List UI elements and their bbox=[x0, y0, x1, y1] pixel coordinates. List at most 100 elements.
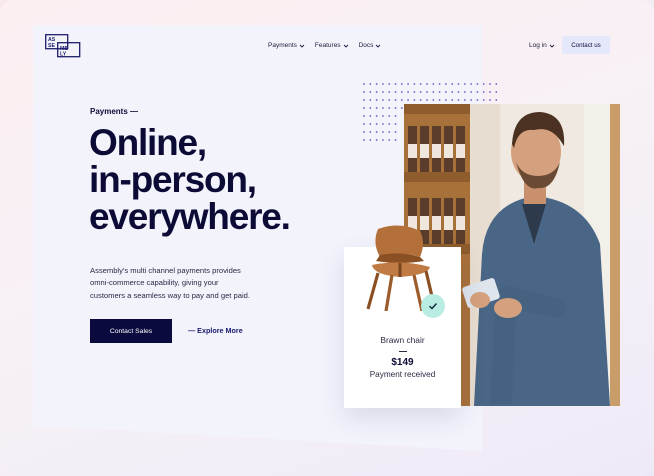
pattern-dot bbox=[426, 91, 428, 93]
pattern-dot bbox=[476, 91, 479, 93]
pattern-dot bbox=[375, 83, 378, 85]
pattern-dot bbox=[457, 99, 460, 101]
pattern-dot bbox=[400, 83, 403, 85]
pattern-dot bbox=[426, 83, 428, 85]
pattern-dot bbox=[363, 139, 365, 141]
pattern-dot bbox=[382, 115, 384, 117]
pattern-dot bbox=[413, 83, 416, 85]
pattern-dot bbox=[369, 115, 372, 117]
pattern-dot bbox=[482, 83, 485, 85]
pattern-dot bbox=[463, 99, 466, 101]
pattern-dot bbox=[489, 91, 491, 93]
nav-payments[interactable]: Payments bbox=[268, 42, 305, 49]
pattern-dot bbox=[382, 123, 384, 125]
pattern-dot bbox=[476, 99, 479, 101]
hero-description: Assembly's multi channel payments provid… bbox=[90, 265, 290, 302]
pattern-dot bbox=[394, 115, 397, 117]
chevron-down-icon bbox=[343, 44, 348, 48]
pattern-dot bbox=[394, 123, 397, 125]
pattern-dot bbox=[400, 107, 403, 109]
product-name: Brawn chair bbox=[380, 335, 425, 345]
pattern-dot bbox=[394, 91, 397, 93]
product-card[interactable]: Brawn chair $149 Payment received bbox=[344, 225, 461, 408]
pattern-dot bbox=[457, 91, 460, 93]
pattern-dot bbox=[419, 99, 422, 101]
logo-text-4: LY bbox=[60, 52, 67, 58]
pattern-dot bbox=[375, 99, 378, 101]
pattern-dot bbox=[489, 83, 491, 85]
pattern-dot bbox=[369, 123, 372, 125]
pattern-dot bbox=[382, 99, 384, 101]
pattern-dot bbox=[363, 91, 365, 93]
pattern-dot bbox=[432, 83, 435, 85]
pattern-dot bbox=[369, 131, 372, 133]
contact-us-button[interactable]: Contact us bbox=[562, 36, 610, 54]
check-badge bbox=[421, 294, 445, 318]
pattern-dot bbox=[407, 91, 409, 93]
pattern-dot bbox=[445, 91, 447, 93]
pattern-dot bbox=[470, 91, 472, 93]
chevron-down-icon bbox=[299, 44, 305, 48]
pattern-dot bbox=[432, 91, 435, 93]
pattern-dot bbox=[363, 131, 365, 133]
pattern-dot bbox=[388, 131, 391, 133]
pattern-dot bbox=[369, 107, 372, 109]
pattern-dot bbox=[400, 99, 403, 101]
login-link[interactable]: Log in bbox=[529, 42, 555, 49]
pattern-dot bbox=[419, 83, 422, 85]
nav-label: Docs bbox=[358, 42, 374, 49]
pattern-dot bbox=[413, 91, 416, 93]
pattern-dot bbox=[419, 91, 422, 93]
checkmark-icon bbox=[429, 303, 438, 310]
pattern-dot bbox=[363, 115, 365, 117]
pattern-dot bbox=[432, 99, 435, 101]
pattern-dot bbox=[457, 83, 460, 85]
pattern-dot bbox=[388, 139, 391, 141]
pattern-dot bbox=[438, 91, 441, 93]
nav-label: Features bbox=[314, 42, 341, 49]
login-label: Log in bbox=[529, 42, 547, 49]
pattern-dot bbox=[482, 91, 485, 93]
headline-line: in-person, bbox=[89, 159, 257, 200]
pattern-dot bbox=[394, 83, 397, 85]
pattern-dot bbox=[375, 139, 378, 141]
nav-docs[interactable]: Docs bbox=[359, 42, 382, 49]
pattern-dot bbox=[495, 83, 498, 85]
product-price: $149 bbox=[391, 357, 414, 368]
headline-line: everywhere. bbox=[89, 196, 291, 237]
pattern-dot bbox=[375, 91, 378, 93]
headline-line: Online, bbox=[89, 122, 207, 163]
pattern-dot bbox=[375, 123, 378, 125]
pattern-dot bbox=[369, 91, 372, 93]
description-line: omni-commerce capability, giving your bbox=[90, 278, 219, 288]
pattern-dot bbox=[394, 107, 397, 109]
assembly-logo[interactable]: AS SE MB LY bbox=[45, 34, 81, 58]
pattern-dot bbox=[438, 83, 441, 85]
logo-text-2: SE bbox=[48, 43, 55, 49]
description-line: Assembly's multi channel payments provid… bbox=[90, 266, 241, 275]
chevron-down-icon bbox=[376, 44, 381, 48]
pattern-dot bbox=[388, 83, 391, 85]
nav-features[interactable]: Features bbox=[315, 42, 349, 49]
pattern-dot bbox=[476, 83, 479, 85]
pattern-dot bbox=[470, 99, 472, 101]
pattern-dot bbox=[451, 83, 454, 85]
pattern-dot bbox=[375, 115, 378, 117]
pattern-dot bbox=[407, 83, 409, 85]
pattern-dot bbox=[426, 99, 428, 101]
explore-more-link[interactable]: — Explore More bbox=[188, 326, 243, 335]
hero-headline: Online, in-person, everywhere. bbox=[89, 124, 339, 235]
pattern-dot bbox=[388, 123, 391, 125]
main-nav: Payments Features Docs bbox=[268, 42, 381, 49]
chevron-down-icon bbox=[549, 44, 555, 48]
pattern-dot bbox=[407, 99, 409, 101]
pattern-dot bbox=[388, 99, 391, 101]
pattern-dot bbox=[369, 99, 372, 101]
contact-sales-button[interactable]: Contact Sales bbox=[90, 319, 172, 343]
pattern-dot bbox=[382, 131, 384, 133]
pattern-dot bbox=[445, 99, 447, 101]
payment-status: Payment received bbox=[369, 370, 436, 379]
pattern-dot bbox=[382, 83, 384, 85]
pattern-dot bbox=[394, 139, 397, 141]
pattern-dot bbox=[463, 91, 466, 93]
